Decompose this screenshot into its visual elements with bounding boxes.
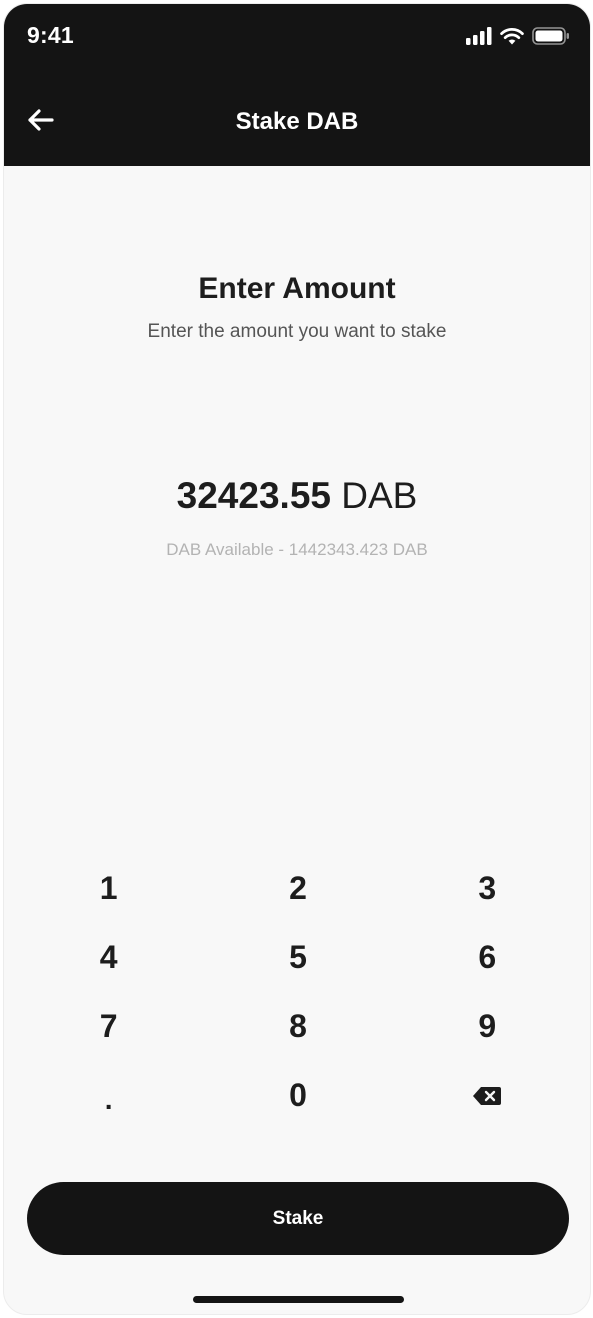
enter-amount-subheading: Enter the amount you want to stake xyxy=(147,321,447,342)
key-1[interactable]: 1 xyxy=(14,854,203,923)
status-time: 9:41 xyxy=(27,22,74,48)
battery-icon xyxy=(532,26,570,50)
signal-icon xyxy=(466,26,492,50)
amount-unit: DAB xyxy=(341,475,418,516)
available-balance: DAB Available - 1442343.423 DAB xyxy=(166,540,428,559)
key-0[interactable]: 0 xyxy=(203,1061,392,1130)
page-title: Stake DAB xyxy=(235,108,359,135)
key-7[interactable]: 7 xyxy=(14,992,203,1061)
key-8[interactable]: 8 xyxy=(203,992,392,1061)
key-5[interactable]: 5 xyxy=(203,923,392,992)
status-icons xyxy=(466,26,570,50)
phone-screen: 9:41 Stake DAB Enter Amount Enter the am… xyxy=(3,3,591,1315)
enter-amount-heading: Enter Amount xyxy=(198,272,396,305)
numeric-keypad: 1 2 3 4 5 6 7 8 9 . 0 xyxy=(14,854,582,1130)
amount-display: 32423.55 DAB xyxy=(4,475,590,517)
key-decimal[interactable]: . xyxy=(14,1061,203,1130)
wifi-icon xyxy=(500,27,524,50)
key-backspace[interactable] xyxy=(393,1061,582,1130)
key-6[interactable]: 6 xyxy=(393,923,582,992)
key-4[interactable]: 4 xyxy=(14,923,203,992)
backspace-icon xyxy=(472,1077,502,1114)
stake-button[interactable]: Stake xyxy=(27,1182,569,1255)
key-2[interactable]: 2 xyxy=(203,854,392,923)
key-3[interactable]: 3 xyxy=(393,854,582,923)
home-indicator xyxy=(193,1296,404,1303)
key-9[interactable]: 9 xyxy=(393,992,582,1061)
header-bar: 9:41 Stake DAB xyxy=(4,4,590,166)
amount-value: 32423.55 xyxy=(176,475,331,516)
